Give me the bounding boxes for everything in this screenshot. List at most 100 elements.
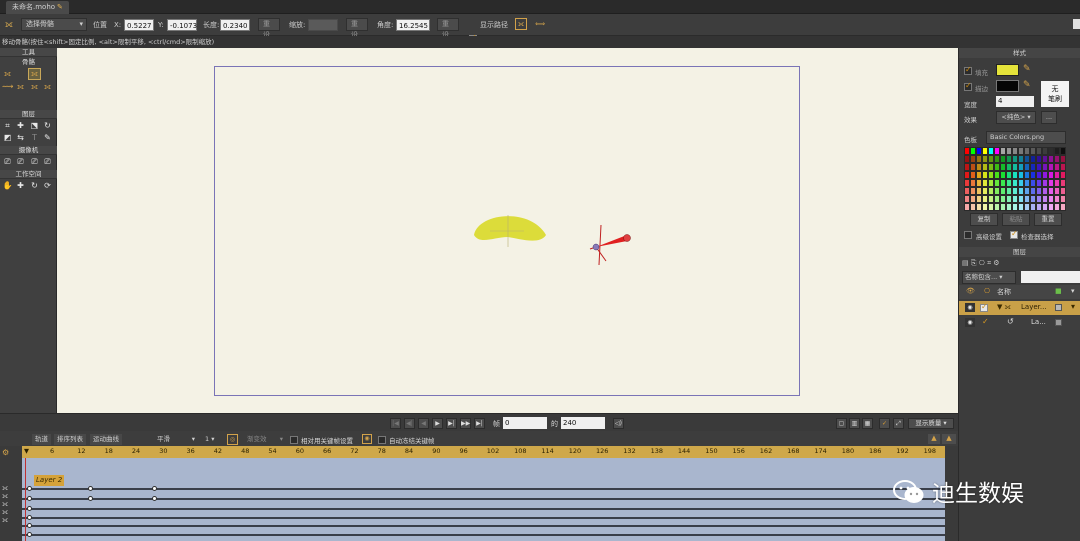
shear-layer-icon[interactable]: ◩: [2, 133, 13, 143]
total-frames-field[interactable]: 240: [561, 417, 605, 429]
next-keyframe-icon[interactable]: ▶▶: [460, 418, 471, 429]
manipulate-bones-icon[interactable]: ⟗: [42, 82, 53, 92]
toolbar-overflow-handle[interactable]: [1073, 19, 1080, 29]
layer-filter-dropdown[interactable]: 名称包含... ▾: [962, 271, 1016, 284]
hand-icon[interactable]: ✋: [2, 181, 13, 191]
visibility-icon[interactable]: ◉: [965, 318, 975, 327]
scale-layer-icon[interactable]: ⬔: [29, 121, 40, 131]
visibility-icon[interactable]: ◉: [965, 303, 975, 312]
auto-freeze-checkbox[interactable]: [378, 436, 386, 444]
brush-preview[interactable]: 无 笔刷: [1041, 81, 1069, 107]
layer-color-icon[interactable]: [1055, 304, 1062, 311]
layer-folder-icon[interactable]: ⎘: [971, 259, 977, 267]
palette-swatch[interactable]: [1060, 147, 1066, 155]
keyframe[interactable]: [152, 496, 157, 501]
stroke-color-swatch[interactable]: [996, 80, 1019, 92]
key-settings-icon[interactable]: ◉: [362, 434, 372, 444]
channel-track[interactable]: [22, 534, 945, 536]
channel-track[interactable]: [22, 517, 945, 519]
volume-icon[interactable]: ◁): [613, 418, 624, 429]
layer-color-icon[interactable]: [1055, 319, 1062, 326]
reset-length-button[interactable]: 重设: [258, 18, 280, 39]
zoom-camera-icon[interactable]: ⎚: [15, 157, 26, 167]
play-icon[interactable]: ▶: [432, 418, 443, 429]
fit-view-icon[interactable]: ⤢: [893, 418, 904, 429]
channel-track[interactable]: [22, 525, 945, 527]
track-camera-icon[interactable]: ⎚: [2, 157, 13, 167]
interpolation-dropdown[interactable]: 平滑 ▾: [154, 434, 198, 445]
translate-layer-icon[interactable]: ✚: [15, 121, 26, 131]
reparent-bone-icon[interactable]: ⟗: [15, 82, 26, 92]
rotate-layer-icon[interactable]: ↻: [42, 121, 53, 131]
keyframe[interactable]: [88, 486, 93, 491]
keyframe[interactable]: [27, 523, 32, 528]
layer-row[interactable]: ◉ ✓ ↺ La...: [959, 316, 1080, 330]
select-bone-icon[interactable]: ⟗: [2, 69, 13, 79]
keyframe[interactable]: [27, 506, 32, 511]
tab-sequencer[interactable]: 排序列表: [54, 434, 86, 445]
set-origin-icon[interactable]: ⌗: [2, 121, 13, 131]
fill-eyedropper-icon[interactable]: ✎: [1023, 64, 1031, 74]
palette-swatch[interactable]: [1060, 187, 1066, 195]
channel-track[interactable]: [22, 498, 945, 500]
current-frame-field[interactable]: 0: [503, 417, 547, 429]
chevron-down-icon[interactable]: ▾: [1071, 302, 1075, 311]
prev-frame-icon[interactable]: ◀: [418, 418, 429, 429]
text-tool-icon[interactable]: T: [29, 133, 40, 143]
display-quality-dropdown[interactable]: 显示质量 ▾: [908, 418, 954, 429]
width-field[interactable]: 4: [996, 96, 1034, 107]
effect-edit-button[interactable]: ...: [1041, 111, 1057, 124]
document-tab[interactable]: 未命名.moho ✎: [6, 1, 69, 14]
palette-swatch[interactable]: [1060, 155, 1066, 163]
rotate-workspace-icon[interactable]: ↻: [29, 181, 40, 191]
single-view-icon[interactable]: ▢: [836, 418, 847, 429]
keyframe[interactable]: [27, 515, 32, 520]
check-icon[interactable]: ✓: [982, 317, 989, 326]
layer-settings-icon[interactable]: ⚙: [993, 259, 999, 267]
zoom-workspace-icon[interactable]: ✚: [15, 181, 26, 191]
bone-mode-dropdown[interactable]: 选择骨骼 ▾: [21, 18, 87, 31]
bone-strength-tool-icon[interactable]: ⟗: [29, 82, 40, 92]
fill-color-swatch[interactable]: [996, 64, 1019, 76]
color-swatch-grid[interactable]: [964, 147, 1066, 211]
palette-dropdown[interactable]: Basic Colors.png: [986, 131, 1066, 144]
next-frame-icon[interactable]: ▶|: [446, 418, 457, 429]
noise-dropdown[interactable]: 渐变效 ▾: [244, 434, 286, 445]
timeline-tracks[interactable]: [22, 458, 945, 541]
relative-keys-checkbox[interactable]: [290, 436, 298, 444]
tab-channels[interactable]: 轨道: [32, 434, 51, 445]
bone-strength-icon[interactable]: ⟺: [533, 18, 547, 30]
reset-angle-button[interactable]: 重设: [437, 18, 459, 39]
advanced-checkbox[interactable]: [964, 231, 972, 239]
channel-track[interactable]: [22, 508, 945, 510]
split-view-icon[interactable]: ▥: [849, 418, 860, 429]
stroke-eyedropper-icon[interactable]: ✎: [1023, 80, 1031, 90]
y-position-field[interactable]: -0.1073: [167, 19, 197, 31]
last-frame-icon[interactable]: ▶|: [474, 418, 485, 429]
palette-swatch[interactable]: [1060, 203, 1066, 211]
pan-tilt-camera-icon[interactable]: ⎚: [42, 157, 53, 167]
x-position-field[interactable]: 0.5227: [124, 19, 154, 31]
timeline-zoom-out-icon[interactable]: ▲: [942, 434, 956, 444]
keyframe-filter-icon[interactable]: ⚙: [2, 448, 9, 457]
transform-bone-icon[interactable]: ⟗: [28, 68, 41, 80]
keyframe[interactable]: [152, 486, 157, 491]
timeline-ruler[interactable]: 6 12 18 24 30 36 42 48 54 60 66 72 78 84 90 96 102 108 114…: [22, 446, 945, 458]
playhead-marker[interactable]: ▼: [24, 447, 29, 455]
palette-swatch[interactable]: [1060, 163, 1066, 171]
layer-row-selected[interactable]: ◉ ▼ ⟗ Layer... ▾: [959, 301, 1080, 315]
flip-layer-icon[interactable]: ⇆: [15, 133, 26, 143]
stroke-checkbox[interactable]: [964, 81, 972, 91]
inspector-select-checkbox[interactable]: [1010, 229, 1018, 239]
length-field[interactable]: 0.2340: [220, 19, 250, 31]
fill-checkbox[interactable]: [964, 65, 972, 75]
palette-swatch[interactable]: [1060, 179, 1066, 187]
check-icon[interactable]: ✓: [879, 418, 890, 429]
add-bone-icon[interactable]: ⟿: [2, 82, 13, 92]
reset-scale-button[interactable]: 重设: [346, 18, 368, 39]
keyframe[interactable]: [27, 486, 32, 491]
orbit-workspace-icon[interactable]: ⟳: [42, 181, 53, 191]
onion-skin-icon[interactable]: ◎: [227, 434, 238, 445]
layer-search-input[interactable]: [1021, 271, 1080, 283]
palette-swatch[interactable]: [1060, 171, 1066, 179]
